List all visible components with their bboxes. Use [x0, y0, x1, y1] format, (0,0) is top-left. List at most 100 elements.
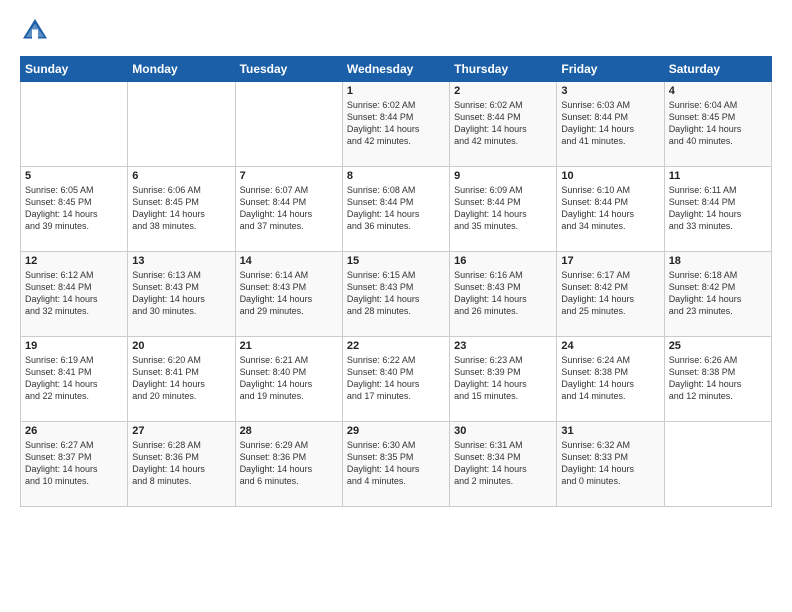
day-info: Sunrise: 6:19 AMSunset: 8:41 PMDaylight:… — [25, 354, 123, 403]
day-info: Sunrise: 6:12 AMSunset: 8:44 PMDaylight:… — [25, 269, 123, 318]
day-info: Sunrise: 6:03 AMSunset: 8:44 PMDaylight:… — [561, 99, 659, 148]
day-number: 3 — [561, 85, 659, 97]
calendar-cell: 7Sunrise: 6:07 AMSunset: 8:44 PMDaylight… — [235, 167, 342, 252]
day-info: Sunrise: 6:15 AMSunset: 8:43 PMDaylight:… — [347, 269, 445, 318]
day-info: Sunrise: 6:02 AMSunset: 8:44 PMDaylight:… — [347, 99, 445, 148]
day-number: 16 — [454, 255, 552, 267]
calendar-table: SundayMondayTuesdayWednesdayThursdayFrid… — [20, 56, 772, 507]
calendar-cell: 25 Sunrise: 6:26 AMSunset: 8:38 PMDayligh… — [664, 337, 771, 422]
day-number: 2 — [454, 85, 552, 97]
day-number: 18 — [669, 255, 767, 267]
day-info: Sunrise: 6:22 AMSunset: 8:40 PMDaylight:… — [347, 354, 445, 403]
calendar-cell: 9Sunrise: 6:09 AMSunset: 8:44 PMDaylight… — [450, 167, 557, 252]
calendar-cell — [128, 82, 235, 167]
calendar-cell: 8Sunrise: 6:08 AMSunset: 8:44 PMDaylight… — [342, 167, 449, 252]
calendar-cell: 19 Sunrise: 6:19 AMSunset: 8:41 PMDayligh… — [21, 337, 128, 422]
day-info: Sunrise: 6:27 AMSunset: 8:37 PMDaylight:… — [25, 439, 123, 488]
day-info: Sunrise: 6:29 AMSunset: 8:36 PMDaylight:… — [240, 439, 338, 488]
day-info: Sunrise: 6:26 AMSunset: 8:38 PMDaylight:… — [669, 354, 767, 403]
calendar-cell — [664, 422, 771, 507]
calendar-cell: 3 Sunrise: 6:03 AMSunset: 8:44 PMDaylight… — [557, 82, 664, 167]
calendar-cell: 6Sunrise: 6:06 AMSunset: 8:45 PMDaylight… — [128, 167, 235, 252]
day-number: 5 — [25, 170, 123, 182]
day-number: 19 — [25, 340, 123, 352]
day-number: 12 — [25, 255, 123, 267]
calendar-cell: 29 Sunrise: 6:30 AMSunset: 8:35 PMDayligh… — [342, 422, 449, 507]
day-info: Sunrise: 6:21 AMSunset: 8:40 PMDaylight:… — [240, 354, 338, 403]
calendar-cell: 30 Sunrise: 6:31 AMSunset: 8:34 PMDayligh… — [450, 422, 557, 507]
day-info: Sunrise: 6:06 AMSunset: 8:45 PMDaylight:… — [132, 184, 230, 233]
logo-icon — [20, 16, 50, 46]
calendar-cell: 4 Sunrise: 6:04 AMSunset: 8:45 PMDaylight… — [664, 82, 771, 167]
day-number: 15 — [347, 255, 445, 267]
week-row-5: 26 Sunrise: 6:27 AMSunset: 8:37 PMDayligh… — [21, 422, 772, 507]
day-number: 23 — [454, 340, 552, 352]
week-row-4: 19 Sunrise: 6:19 AMSunset: 8:41 PMDayligh… — [21, 337, 772, 422]
calendar-cell: 28 Sunrise: 6:29 AMSunset: 8:36 PMDayligh… — [235, 422, 342, 507]
calendar-cell: 27 Sunrise: 6:28 AMSunset: 8:36 PMDayligh… — [128, 422, 235, 507]
weekday-header-monday: Monday — [128, 57, 235, 82]
day-info: Sunrise: 6:28 AMSunset: 8:36 PMDaylight:… — [132, 439, 230, 488]
day-info: Sunrise: 6:18 AMSunset: 8:42 PMDaylight:… — [669, 269, 767, 318]
calendar-cell: 17 Sunrise: 6:17 AMSunset: 8:42 PMDayligh… — [557, 252, 664, 337]
calendar-cell: 31Sunrise: 6:32 AMSunset: 8:33 PMDayligh… — [557, 422, 664, 507]
day-info: Sunrise: 6:16 AMSunset: 8:43 PMDaylight:… — [454, 269, 552, 318]
day-number: 26 — [25, 425, 123, 437]
day-info: Sunrise: 6:09 AMSunset: 8:44 PMDaylight:… — [454, 184, 552, 233]
day-number: 4 — [669, 85, 767, 97]
logo — [20, 16, 54, 46]
calendar-cell: 2 Sunrise: 6:02 AMSunset: 8:44 PMDaylight… — [450, 82, 557, 167]
week-row-3: 12 Sunrise: 6:12 AMSunset: 8:44 PMDayligh… — [21, 252, 772, 337]
day-info: Sunrise: 6:31 AMSunset: 8:34 PMDaylight:… — [454, 439, 552, 488]
day-number: 27 — [132, 425, 230, 437]
weekday-header-wednesday: Wednesday — [342, 57, 449, 82]
calendar-cell: 14 Sunrise: 6:14 AMSunset: 8:43 PMDayligh… — [235, 252, 342, 337]
calendar-cell: 18 Sunrise: 6:18 AMSunset: 8:42 PMDayligh… — [664, 252, 771, 337]
calendar-cell: 21 Sunrise: 6:21 AMSunset: 8:40 PMDayligh… — [235, 337, 342, 422]
day-info: Sunrise: 6:10 AMSunset: 8:44 PMDaylight:… — [561, 184, 659, 233]
weekday-header-thursday: Thursday — [450, 57, 557, 82]
day-info: Sunrise: 6:17 AMSunset: 8:42 PMDaylight:… — [561, 269, 659, 318]
calendar-cell: 1 Sunrise: 6:02 AMSunset: 8:44 PMDaylight… — [342, 82, 449, 167]
weekday-header-row: SundayMondayTuesdayWednesdayThursdayFrid… — [21, 57, 772, 82]
calendar-cell: 12 Sunrise: 6:12 AMSunset: 8:44 PMDayligh… — [21, 252, 128, 337]
day-number: 29 — [347, 425, 445, 437]
calendar-cell: 16 Sunrise: 6:16 AMSunset: 8:43 PMDayligh… — [450, 252, 557, 337]
day-number: 28 — [240, 425, 338, 437]
day-number: 30 — [454, 425, 552, 437]
week-row-1: 1 Sunrise: 6:02 AMSunset: 8:44 PMDaylight… — [21, 82, 772, 167]
day-info: Sunrise: 6:02 AMSunset: 8:44 PMDaylight:… — [454, 99, 552, 148]
weekday-header-tuesday: Tuesday — [235, 57, 342, 82]
day-info: Sunrise: 6:23 AMSunset: 8:39 PMDaylight:… — [454, 354, 552, 403]
calendar-cell — [235, 82, 342, 167]
calendar-cell: 23 Sunrise: 6:23 AMSunset: 8:39 PMDayligh… — [450, 337, 557, 422]
day-info: Sunrise: 6:13 AMSunset: 8:43 PMDaylight:… — [132, 269, 230, 318]
calendar-cell: 20 Sunrise: 6:20 AMSunset: 8:41 PMDayligh… — [128, 337, 235, 422]
header — [20, 16, 772, 46]
day-info: Sunrise: 6:07 AMSunset: 8:44 PMDaylight:… — [240, 184, 338, 233]
day-info: Sunrise: 6:08 AMSunset: 8:44 PMDaylight:… — [347, 184, 445, 233]
day-number: 10 — [561, 170, 659, 182]
day-number: 17 — [561, 255, 659, 267]
weekday-header-friday: Friday — [557, 57, 664, 82]
day-number: 20 — [132, 340, 230, 352]
day-number: 22 — [347, 340, 445, 352]
day-info: Sunrise: 6:24 AMSunset: 8:38 PMDaylight:… — [561, 354, 659, 403]
calendar-cell: 10 Sunrise: 6:10 AMSunset: 8:44 PMDayligh… — [557, 167, 664, 252]
day-number: 14 — [240, 255, 338, 267]
day-info: Sunrise: 6:11 AMSunset: 8:44 PMDaylight:… — [669, 184, 767, 233]
calendar-cell — [21, 82, 128, 167]
calendar-cell: 13 Sunrise: 6:13 AMSunset: 8:43 PMDayligh… — [128, 252, 235, 337]
weekday-header-saturday: Saturday — [664, 57, 771, 82]
day-info: Sunrise: 6:05 AMSunset: 8:45 PMDaylight:… — [25, 184, 123, 233]
day-number: 1 — [347, 85, 445, 97]
day-number: 21 — [240, 340, 338, 352]
day-info: Sunrise: 6:30 AMSunset: 8:35 PMDaylight:… — [347, 439, 445, 488]
day-number: 25 — [669, 340, 767, 352]
week-row-2: 5 Sunrise: 6:05 AMSunset: 8:45 PMDaylight… — [21, 167, 772, 252]
calendar-page: SundayMondayTuesdayWednesdayThursdayFrid… — [0, 0, 792, 612]
day-info: Sunrise: 6:14 AMSunset: 8:43 PMDaylight:… — [240, 269, 338, 318]
day-info: Sunrise: 6:20 AMSunset: 8:41 PMDaylight:… — [132, 354, 230, 403]
day-number: 13 — [132, 255, 230, 267]
day-info: Sunrise: 6:04 AMSunset: 8:45 PMDaylight:… — [669, 99, 767, 148]
